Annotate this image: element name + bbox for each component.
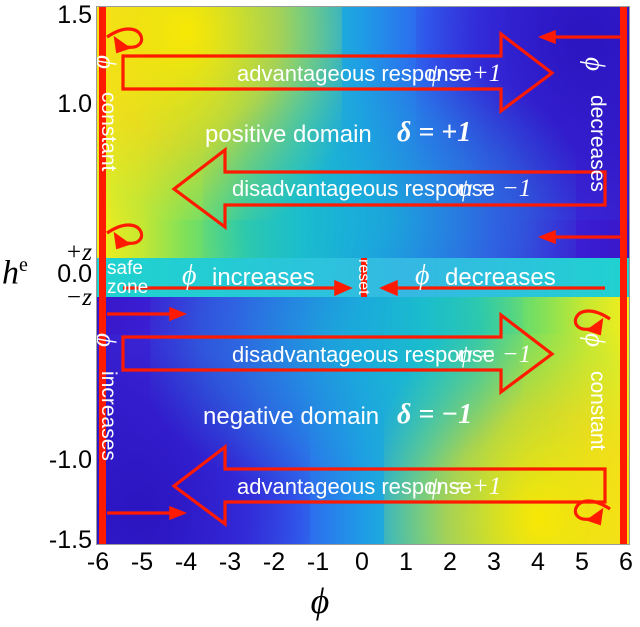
heatmap-blob-cyan-bottom	[150, 297, 523, 483]
negative-domain-label: negative domain	[203, 403, 380, 430]
safe-zone-label-line2: zone	[107, 277, 149, 298]
x-axis-label: ϕ	[310, 581, 330, 621]
boundary-bar-right	[620, 7, 627, 544]
y-tick-1_0: 1.0	[57, 90, 92, 118]
x-tick--6: -6	[86, 548, 110, 576]
x-tick-5: 5	[575, 548, 589, 576]
safe-zone-label-line1: safe	[107, 258, 143, 279]
x-tick-2: 2	[443, 548, 457, 576]
positive-left-phi-label: ϕ	[97, 55, 121, 69]
x-tick--4: -4	[174, 548, 198, 576]
y-axis-label-base: h	[2, 254, 19, 292]
figure-root: 1.5 1.0 +z 0.0 −z -1.0 -1.5 he constant …	[0, 0, 640, 627]
negative-disadvantageous-text: disadvantageous response	[232, 342, 495, 367]
safe-zone-right-text: decreases	[445, 264, 556, 291]
negative-advantageous-psi: ψ = +1	[427, 473, 502, 500]
x-tick--1: -1	[306, 548, 330, 576]
x-tick-6: 6	[619, 548, 633, 576]
reset-label: reset	[355, 259, 372, 295]
heatmap-blob-cyan-top	[203, 69, 576, 258]
negative-left-increases-label: increases	[97, 371, 120, 461]
safe-zone-left-phi: ϕ	[182, 260, 197, 291]
positive-domain-delta: δ = +1	[397, 117, 472, 148]
positive-disadvantageous-text: disadvantageous response	[232, 176, 495, 201]
negative-left-phi-label: ϕ	[97, 333, 121, 347]
x-tick-1: 1	[399, 548, 413, 576]
y-tick-1_5: 1.5	[57, 1, 92, 29]
negative-right-constant-label: constant	[586, 371, 609, 451]
negative-right-phi-label: ϕ	[580, 333, 610, 347]
boundary-bar-left	[99, 7, 106, 544]
y-tick-neg1_0: -1.0	[48, 446, 92, 474]
safe-zone-left-text: increases	[212, 264, 315, 291]
y-axis-label: he	[2, 255, 28, 290]
x-tick-3: 3	[487, 548, 501, 576]
plot-area: ϕ constant ϕ decreases ϕ increases ϕ con…	[96, 6, 630, 545]
positive-advantageous-psi: ψ = +1	[427, 60, 502, 87]
y-axis-label-sup: e	[19, 254, 28, 276]
negative-disadvantageous-psi: ψ = −1	[457, 341, 532, 368]
positive-right-decreases-label: decreases	[586, 95, 609, 192]
safe-zone-right-phi: ϕ	[415, 260, 430, 291]
x-tick--3: -3	[218, 548, 242, 576]
negative-domain-delta: δ = −1	[397, 399, 473, 430]
x-tick--5: -5	[130, 548, 154, 576]
x-tick-0: 0	[355, 548, 369, 576]
positive-right-phi-label: ϕ	[580, 57, 610, 71]
positive-disadvantageous-psi: ψ = −1	[457, 175, 532, 202]
x-tick-4: 4	[531, 548, 545, 576]
x-tick--2: -2	[262, 548, 286, 576]
positive-domain-label: positive domain	[205, 121, 372, 148]
y-tick-minus-z: −z	[65, 284, 92, 311]
positive-left-constant-label: constant	[97, 92, 120, 172]
